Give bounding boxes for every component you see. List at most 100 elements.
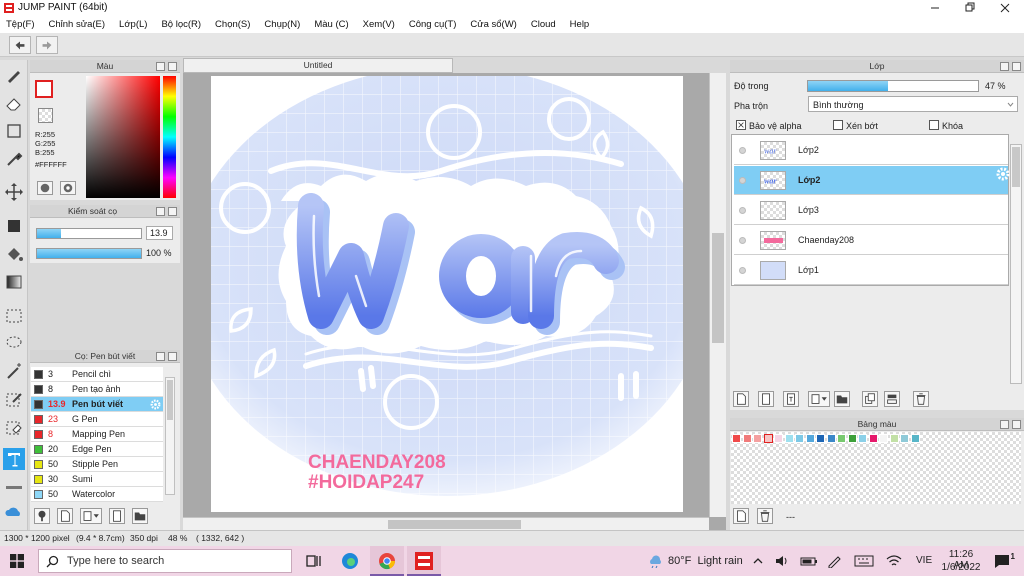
clock-date[interactable]: 1/6/2022 <box>941 562 981 573</box>
palette-swatch[interactable] <box>753 434 762 443</box>
visibility-icon[interactable] <box>739 267 746 274</box>
select-eraser-tool[interactable] <box>3 416 25 438</box>
detach-icon[interactable] <box>1000 62 1009 71</box>
brush-size-value[interactable]: 13.9 <box>146 226 173 240</box>
clipping-checkbox[interactable] <box>833 120 843 130</box>
fill-rect-tool[interactable] <box>3 215 25 237</box>
pen-item-selected[interactable]: 13.9 Pen bút viết <box>31 397 163 412</box>
menu-edit[interactable]: Chỉnh sửa(E) <box>49 16 106 33</box>
layer-opacity-slider[interactable] <box>807 80 979 92</box>
palette-swatch[interactable] <box>816 434 825 443</box>
close-panel-icon[interactable] <box>1012 62 1021 71</box>
show-hidden-icons-button[interactable] <box>752 555 764 567</box>
duplicate-layer-button[interactable] <box>862 391 878 407</box>
saturation-value-picker[interactable] <box>86 76 160 198</box>
eyedropper-tool[interactable] <box>3 148 25 170</box>
close-window-button[interactable] <box>988 0 1022 16</box>
pen-menu-button[interactable] <box>80 508 102 524</box>
layer-row[interactable]: Lớp3 <box>734 196 1008 225</box>
new-folder-button[interactable] <box>834 391 850 407</box>
visibility-icon[interactable] <box>739 237 746 244</box>
palette-swatch[interactable] <box>847 434 857 443</box>
menu-layer[interactable]: Lớp(L) <box>119 16 147 33</box>
bucket-tool[interactable] <box>3 243 25 265</box>
new-vector-layer-button[interactable] <box>758 391 774 407</box>
brush-tool[interactable] <box>3 64 25 86</box>
task-view-button[interactable] <box>304 552 322 570</box>
palette-swatch[interactable] <box>879 434 888 443</box>
pen-folder-button[interactable] <box>132 508 148 524</box>
select-pen-tool[interactable] <box>3 388 25 410</box>
menu-view[interactable]: Xem(V) <box>363 16 395 33</box>
palette-swatch[interactable] <box>826 434 836 443</box>
merge-layer-button[interactable] <box>884 391 900 407</box>
lasso-tool[interactable] <box>3 332 25 354</box>
minimize-button[interactable] <box>918 0 952 16</box>
color-wheel-button[interactable] <box>37 181 53 195</box>
visibility-icon[interactable] <box>739 147 746 154</box>
palette-swatch[interactable] <box>795 434 804 443</box>
weather-text[interactable]: 80°F Light rain <box>668 555 743 567</box>
menu-select[interactable]: Chọn(S) <box>215 16 250 33</box>
chrome-app-button[interactable] <box>370 546 404 576</box>
pen-item[interactable]: 3 Pencil chì <box>31 367 163 382</box>
close-panel-icon[interactable] <box>1012 420 1021 429</box>
menu-filter[interactable]: Bộ lọc(R) <box>161 16 201 33</box>
menu-color[interactable]: Màu (C) <box>314 16 348 33</box>
brush-size-slider[interactable] <box>36 228 142 239</box>
input-language[interactable]: VIE <box>916 555 932 566</box>
layer-menu-button[interactable] <box>808 391 830 407</box>
delete-layer-button[interactable] <box>913 391 929 407</box>
undo-button[interactable] <box>9 36 31 54</box>
brush-opacity-slider[interactable] <box>36 248 142 259</box>
palette-swatch[interactable] <box>732 434 741 443</box>
text-tool[interactable] <box>3 448 25 470</box>
pen-item[interactable]: 30 Sumi <box>31 472 163 487</box>
palette-swatch[interactable] <box>774 434 783 443</box>
pen-item[interactable]: 20 Edge Pen <box>31 442 163 457</box>
visibility-icon[interactable] <box>739 177 746 184</box>
pen-tree-button[interactable] <box>34 508 50 524</box>
palette-swatch[interactable] <box>858 434 867 443</box>
close-panel-icon[interactable] <box>168 62 177 71</box>
rect-select-tool[interactable] <box>3 120 25 142</box>
weather-icon[interactable] <box>648 554 664 568</box>
cloud-tool[interactable] <box>3 501 25 523</box>
menu-file[interactable]: Tệp(F) <box>6 16 35 33</box>
menu-window[interactable]: Cửa sổ(W) <box>470 16 516 33</box>
redo-button[interactable] <box>36 36 58 54</box>
pen-item[interactable]: 50 Watercolor <box>31 487 163 502</box>
menu-cloud[interactable]: Cloud <box>531 16 556 33</box>
canvas-horizontal-scrollbar[interactable] <box>183 517 709 530</box>
layer-row[interactable]: war Lớp2 <box>734 136 1008 165</box>
foreground-color-swatch[interactable] <box>35 80 53 98</box>
pen-item[interactable]: 23 G Pen <box>31 412 163 427</box>
visibility-icon[interactable] <box>739 207 746 214</box>
edge-app-button[interactable] <box>340 551 360 571</box>
notification-button[interactable]: 1 <box>993 552 1015 570</box>
network-button[interactable] <box>886 554 902 568</box>
pen-workspace-button[interactable] <box>826 554 844 568</box>
canvas-vertical-scrollbar[interactable] <box>709 73 726 517</box>
palette-swatch[interactable] <box>837 434 846 443</box>
volume-button[interactable] <box>774 554 790 568</box>
protect-alpha-checkbox[interactable] <box>736 120 746 130</box>
battery-button[interactable] <box>800 554 818 568</box>
transparent-color-swatch[interactable] <box>38 108 53 123</box>
new-swatch-button[interactable] <box>733 508 749 524</box>
pen-item[interactable]: 50 Stipple Pen <box>31 457 163 472</box>
canvas-tab[interactable]: Untitled <box>183 58 453 73</box>
pen-settings-button[interactable] <box>109 508 125 524</box>
palette-swatch[interactable] <box>900 434 909 443</box>
layer-list-scrollbar[interactable] <box>1010 144 1022 384</box>
gear-icon[interactable] <box>150 399 161 410</box>
pen-item[interactable]: 8 Pen tạo ảnh <box>31 382 163 397</box>
keyboard-button[interactable] <box>854 554 874 568</box>
palette-swatch[interactable] <box>805 434 815 443</box>
new-pen-button[interactable] <box>57 508 73 524</box>
move-tool[interactable] <box>3 181 25 203</box>
new-text-layer-button[interactable] <box>783 391 799 407</box>
blend-mode-select[interactable]: Bình thường <box>808 96 1018 112</box>
pen-list-scrollbar[interactable] <box>165 377 175 495</box>
palette-swatch[interactable] <box>784 434 794 443</box>
